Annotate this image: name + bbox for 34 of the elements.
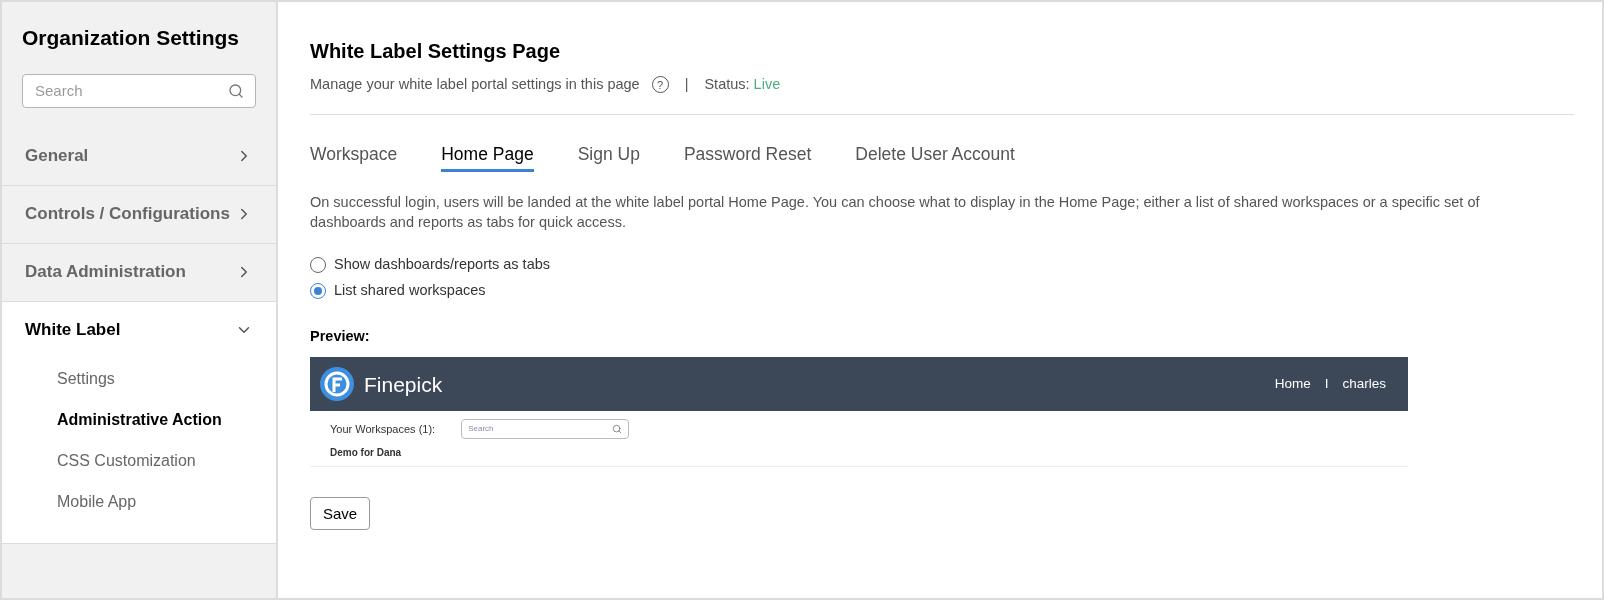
- preview-label: Preview:: [310, 326, 371, 346]
- status-label: Status:: [704, 75, 750, 94]
- sidebar-item[interactable]: General: [2, 127, 276, 185]
- status-value: Live: [753, 75, 781, 94]
- search-field[interactable]: Search: [22, 73, 256, 108]
- sidebar-item[interactable]: White Label: [2, 301, 276, 359]
- sidebar-subitem[interactable]: Administrative Action: [2, 399, 276, 441]
- page-subtitle: Manage your white label portal settings in this page: [310, 75, 640, 94]
- tab[interactable]: Sign Up: [577, 140, 640, 172]
- sidebar-item[interactable]: Data Administration: [2, 243, 276, 301]
- workspaces-label: Your Workspaces (1):: [330, 422, 436, 437]
- brand-name: Finepick: [364, 371, 443, 398]
- preview-nav-text: charles: [1342, 375, 1386, 394]
- sidebar-title: Organization Settings: [21, 25, 240, 51]
- tab[interactable]: Password Reset: [683, 140, 812, 172]
- save-button[interactable]: Save: [310, 497, 371, 531]
- preview-nav-text: I: [1324, 375, 1329, 394]
- page-title: White Label Settings Page: [310, 39, 562, 64]
- tab[interactable]: Home Page: [441, 140, 534, 172]
- sidebar-subitem[interactable]: Settings: [2, 358, 276, 400]
- preview-nav-text: Home: [1274, 375, 1311, 394]
- description: On successful login, users will be landed at the white label portal Home Page. You can choose what to display in the Home Page; either a list of shared workspaces or a specific set of dashboards and reports as tabs for quick access.: [310, 193, 1481, 232]
- sidebar-item[interactable]: Controls / Configurations: [2, 185, 276, 243]
- sidebar-subitem[interactable]: Mobile App: [2, 481, 276, 523]
- sidebar-subitem[interactable]: CSS Customization: [2, 440, 276, 482]
- search-icon: [612, 424, 623, 435]
- logo-icon: [320, 367, 354, 402]
- radio-label: List shared workspaces: [334, 280, 486, 300]
- search-icon: [228, 82, 244, 99]
- separator: |: [684, 75, 689, 94]
- workspace-name: Demo for Dana: [329, 446, 403, 461]
- tab[interactable]: Workspace: [310, 140, 398, 172]
- tab[interactable]: Delete User Account: [855, 140, 1015, 172]
- radio-label: Show dashboards/reports as tabs: [334, 255, 550, 274]
